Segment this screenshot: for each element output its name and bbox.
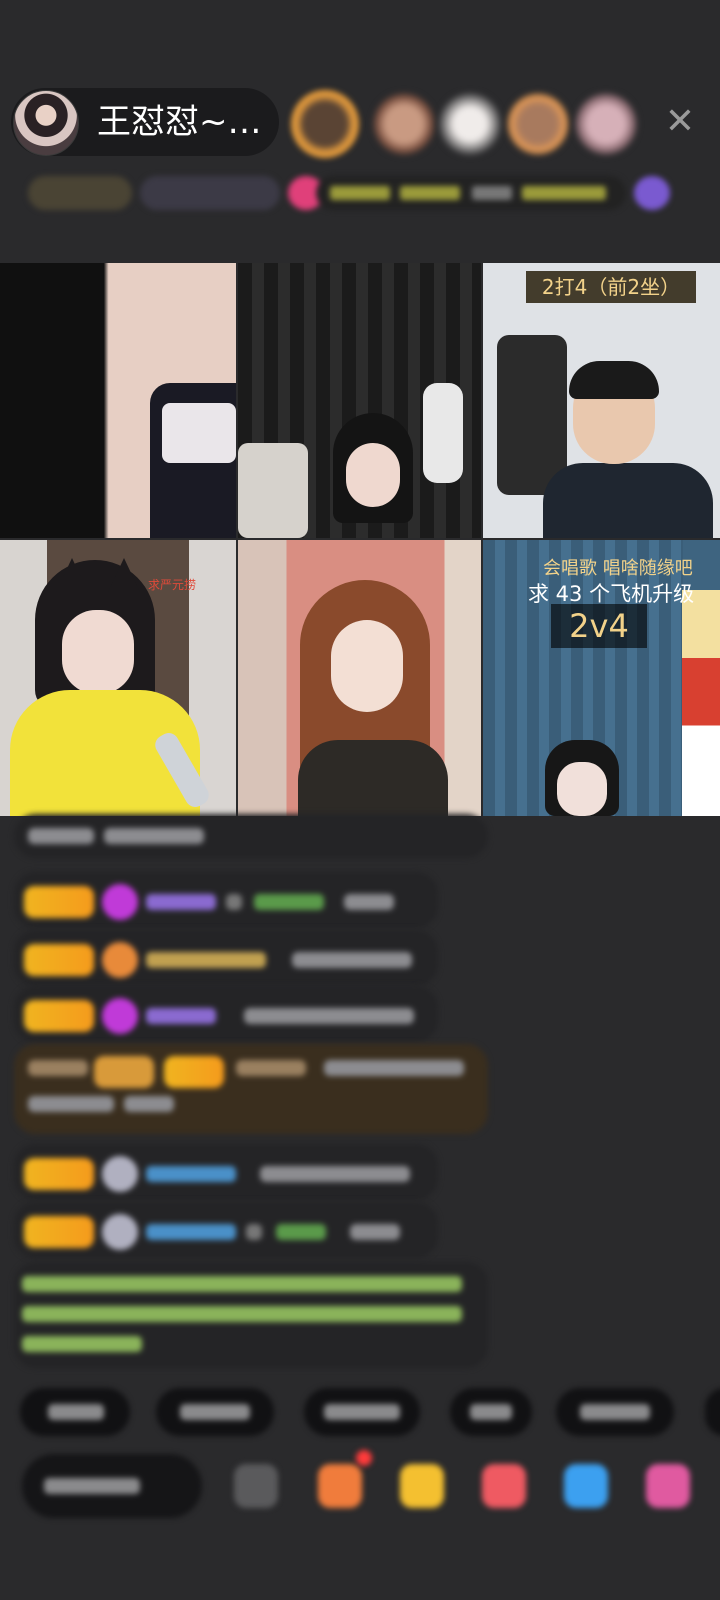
- top-viewer-avatar-1[interactable]: [291, 90, 359, 158]
- room-stats-chip[interactable]: [140, 176, 280, 210]
- quick-reply-chip[interactable]: [450, 1388, 532, 1436]
- host-avatar[interactable]: [13, 90, 79, 156]
- host-name: 王怼怼~…: [97, 102, 262, 142]
- activity-icon[interactable]: [634, 176, 670, 210]
- top-viewer-avatar-3[interactable]: [438, 92, 502, 156]
- host-info-pill[interactable]: 王怼怼~…: [11, 88, 279, 156]
- share-icon[interactable]: [564, 1464, 608, 1508]
- tile-vs-label: 2v4: [551, 604, 647, 648]
- close-icon[interactable]: ✕: [660, 102, 700, 142]
- video-tile-4[interactable]: 求严元捞: [0, 540, 236, 816]
- chat-message[interactable]: [14, 872, 438, 928]
- interaction-icon[interactable]: [482, 1464, 526, 1508]
- quick-reply-chip[interactable]: [304, 1388, 420, 1436]
- chat-message[interactable]: [14, 1202, 438, 1258]
- tile-overlay-label: 求严元捞: [147, 578, 196, 592]
- chat-system-message: [14, 814, 488, 858]
- top-viewer-avatar-5[interactable]: [574, 92, 638, 156]
- decorative-banner: [682, 590, 720, 816]
- top-viewer-avatar-2[interactable]: [372, 92, 436, 156]
- chat-highlight-message[interactable]: [14, 1044, 488, 1134]
- chat-input[interactable]: [22, 1454, 202, 1518]
- chat-message[interactable]: [14, 930, 438, 986]
- gift-icon[interactable]: [400, 1464, 444, 1508]
- quick-reply-chip[interactable]: [556, 1388, 674, 1436]
- room-info-row: [20, 170, 690, 216]
- gift-box-icon[interactable]: [318, 1464, 362, 1508]
- more-icon[interactable]: [646, 1464, 690, 1508]
- video-tile-1[interactable]: [0, 263, 236, 538]
- top-viewer-avatar-4[interactable]: [506, 92, 570, 156]
- chat-message[interactable]: [14, 1144, 438, 1200]
- chat-message[interactable]: [14, 986, 438, 1042]
- tile-caption-line-1: 会唱歌 唱啥随缘吧: [543, 558, 693, 579]
- tile-overlay-label: 2打4（前2坐）: [526, 271, 696, 303]
- video-tile-5[interactable]: [238, 540, 481, 816]
- multi-guest-video-grid: 2打4（前2坐） 求严元捞 会唱歌 唱啥随缘吧 求 43 个飞机升级 2v4: [0, 263, 720, 816]
- quick-reply-chip[interactable]: [20, 1388, 130, 1436]
- video-tile-6[interactable]: 会唱歌 唱啥随缘吧 求 43 个飞机升级 2v4: [483, 540, 720, 816]
- notification-dot: [356, 1450, 372, 1466]
- chat-announcement: [14, 1262, 488, 1368]
- video-tile-2[interactable]: [238, 263, 481, 538]
- room-rank-chip[interactable]: [28, 176, 132, 210]
- video-tile-3[interactable]: 2打4（前2坐）: [483, 263, 720, 538]
- quick-reply-chip[interactable]: [156, 1388, 274, 1436]
- quick-reply-chip[interactable]: [705, 1388, 720, 1436]
- emoji-icon[interactable]: [234, 1464, 278, 1508]
- room-notice-chip[interactable]: [316, 176, 626, 210]
